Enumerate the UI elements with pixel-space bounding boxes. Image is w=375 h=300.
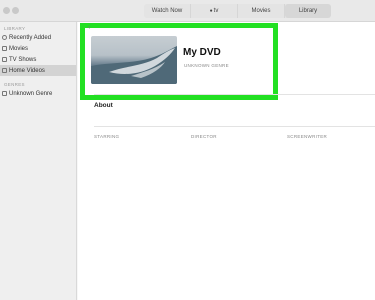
tab-library[interactable]: Library xyxy=(285,4,331,18)
minimize-window-button[interactable] xyxy=(12,7,19,14)
sidebar-item-tv-shows[interactable]: TV Shows xyxy=(0,54,76,65)
app-window: Watch Now ● tv Movies Library LIBRARY Rec… xyxy=(0,0,375,300)
library-tab-bar: Watch Now ● tv Movies Library xyxy=(144,4,331,18)
movie-thumbnail[interactable] xyxy=(91,36,177,84)
movie-title: My DVD xyxy=(183,47,221,58)
sidebar-section-library: LIBRARY xyxy=(4,26,26,31)
screenwriter-heading: SCREENWRITER xyxy=(287,134,328,139)
movie-genre: UNKNOWN GENRE xyxy=(184,63,229,68)
sidebar-item-movies[interactable]: Movies xyxy=(0,43,76,54)
close-window-button[interactable] xyxy=(3,7,10,14)
sidebar: LIBRARY Recently Added Movies TV Shows H… xyxy=(0,22,77,300)
divider xyxy=(94,94,375,95)
film-icon xyxy=(2,46,7,51)
clock-icon xyxy=(2,35,7,40)
sidebar-item-home-videos[interactable]: Home Videos xyxy=(0,65,76,76)
back-chevron-icon[interactable]: ‹ xyxy=(88,24,90,31)
ocean-wave-image xyxy=(91,46,177,84)
tab-movies[interactable]: Movies xyxy=(238,4,285,18)
tv-icon xyxy=(2,57,7,62)
sidebar-section-genres: GENRES xyxy=(4,82,25,87)
genre-icon xyxy=(2,91,7,96)
sidebar-item-unknown-genre[interactable]: Unknown Genre xyxy=(0,88,76,99)
detail-pane: ‹ My DVD UNKNOWN GENRE About STARRING DI… xyxy=(78,22,375,300)
director-heading: DIRECTOR xyxy=(191,134,217,139)
apple-logo-icon: ● xyxy=(209,8,213,14)
tab-watch-now[interactable]: Watch Now xyxy=(144,4,191,18)
about-heading: About xyxy=(94,102,113,109)
title-bar: Watch Now ● tv Movies Library xyxy=(0,0,375,22)
camera-icon xyxy=(2,68,7,73)
divider xyxy=(94,126,375,127)
sidebar-item-recently-added[interactable]: Recently Added xyxy=(0,32,76,43)
tab-apple-tv[interactable]: ● tv xyxy=(191,4,238,18)
starring-heading: STARRING xyxy=(94,134,120,139)
